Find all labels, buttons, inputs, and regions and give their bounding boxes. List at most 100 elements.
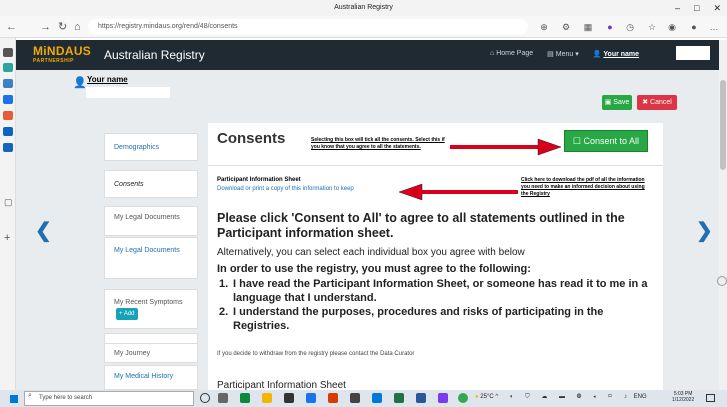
teams-icon[interactable]	[438, 393, 448, 403]
read-aloud-icon[interactable]: ⊕	[538, 21, 550, 33]
excel-icon[interactable]	[394, 393, 404, 403]
app-icon-dark[interactable]	[350, 393, 360, 403]
requirement-number: 2.	[219, 306, 229, 318]
consent-annotation: Selecting this box will tick all the con…	[311, 137, 445, 150]
withdraw-note: If you decide to withdraw from the regis…	[217, 351, 415, 357]
sidebar-games-icon[interactable]	[3, 111, 13, 120]
requirement-item: 1. I have read the Participant Informatio…	[219, 277, 659, 305]
save-label: Save	[613, 99, 630, 106]
requirement-item: 2. I understand the purposes, procedures …	[219, 305, 659, 333]
forward-icon[interactable]: →	[40, 19, 51, 35]
refresh-icon[interactable]: ↻	[58, 19, 67, 35]
task-view-icon[interactable]	[218, 393, 228, 403]
chrome-icon[interactable]	[458, 393, 468, 403]
sidebar-item-label: My Medical History	[114, 373, 174, 380]
sidebar-add-icon[interactable]: +	[4, 232, 10, 244]
sidebar-item-journey[interactable]: My Journey	[104, 343, 198, 363]
sidebar-item-symptoms[interactable]: My Recent Symptoms + Add	[104, 289, 198, 329]
sidebar-item-label: My Legal Documents	[114, 214, 180, 221]
cancel-button[interactable]: ✖ Cancel	[637, 95, 677, 110]
temperature[interactable]: 25°C	[480, 394, 493, 400]
sidebar-outlook-icon[interactable]	[3, 127, 13, 136]
section-sidebar: Demographics Consents My Legal Documents…	[104, 123, 198, 390]
requirement-text: I have read the Participant Information …	[233, 278, 648, 304]
favorites-icon[interactable]: ☆	[646, 21, 658, 33]
skype-icon[interactable]	[306, 393, 316, 403]
extension-icon[interactable]: ⚙	[560, 21, 572, 33]
profile-icon[interactable]: ◉	[666, 21, 678, 33]
url-bar[interactable]: https://registry.mindaus.org/rend/48/con…	[88, 19, 528, 35]
save-icon: ▣	[604, 99, 612, 106]
language-indicator[interactable]: ENG	[634, 394, 647, 400]
caret-icon: ▾	[575, 51, 579, 58]
divider	[208, 165, 663, 166]
sidebar-office-icon[interactable]	[3, 95, 13, 104]
taskbar-edge-icon[interactable]	[240, 393, 250, 403]
weather-icon[interactable]: ●	[475, 394, 479, 400]
requirements-heading: In order to use the registry, you must a…	[217, 263, 531, 275]
word-icon[interactable]	[416, 393, 426, 403]
user-nav-icon: 👤	[592, 51, 602, 58]
more-icon[interactable]: …	[708, 21, 720, 33]
cortana-icon[interactable]	[200, 393, 210, 403]
sidebar-tabs-icon[interactable]	[3, 48, 13, 57]
tray-icons[interactable]: ^ ◐ ⛉ ☁ ▬ ◍ ◂ ▭ ♪	[495, 394, 632, 400]
account-icon[interactable]: ●	[688, 21, 700, 33]
requirements-list: 1. I have read the Participant Informatio…	[219, 277, 659, 333]
consent-to-all-button[interactable]: ☐ Consent to All	[564, 130, 648, 152]
taskbar-search-input[interactable]: Type here to search	[24, 391, 194, 406]
save-button[interactable]: ▣ Save	[602, 95, 632, 110]
annotation-arrow-right-icon	[450, 138, 562, 156]
grid-icon[interactable]: ▦	[582, 21, 594, 33]
chevron-left-icon[interactable]: ❮	[35, 218, 52, 243]
nav-user[interactable]: 👤 Your name	[593, 50, 639, 58]
back-icon[interactable]: ←	[6, 19, 17, 35]
sidebar-item-medical-history[interactable]: My Medical History	[104, 365, 198, 390]
requirement-text: I understand the purposes, procedures an…	[233, 306, 604, 332]
collections-icon[interactable]: ◷	[624, 21, 636, 33]
sidebar-item-legal-1[interactable]: My Legal Documents	[104, 206, 198, 236]
nav-home-label: Home Page	[496, 50, 534, 57]
alternative-text: Alternatively, you can select each indiv…	[217, 247, 525, 258]
scrollbar-thumb[interactable]	[720, 80, 726, 170]
system-tray: ● 25°C ^ ◐ ⛉ ☁ ▬ ◍ ◂ ▭ ♪ ENG	[475, 393, 647, 401]
search-placeholder: Type here to search	[39, 395, 93, 401]
sidebar-item-label: My Recent Symptoms	[114, 299, 183, 306]
outlook-taskbar-icon[interactable]	[372, 393, 382, 403]
nav-home[interactable]: ⌂ Home Page	[490, 50, 533, 58]
add-symptom-button[interactable]: + Add	[116, 308, 138, 320]
sidebar-tools-icon[interactable]	[3, 79, 13, 88]
close-window-button[interactable]: ✕	[713, 0, 721, 16]
sidebar-mail-icon[interactable]	[3, 143, 13, 152]
minimize-button[interactable]: –	[675, 0, 680, 16]
side-widget-icon[interactable]	[717, 276, 727, 286]
sidebar-item-label: Consents	[114, 181, 144, 188]
sidebar-item-legal-2[interactable]: My Legal Documents	[104, 237, 198, 279]
file-explorer-icon[interactable]	[262, 393, 272, 403]
home-icon[interactable]: ⌂	[74, 19, 81, 35]
taskbar-clock[interactable]: 5:03 PM 1/12/2022	[672, 391, 694, 403]
sidebar-item-consents[interactable]: Consents	[104, 170, 198, 198]
pis-download-link[interactable]: Download or print a copy of this informa…	[217, 186, 354, 192]
sidebar-item-demographics[interactable]: Demographics	[104, 133, 198, 161]
annotation-arrow-left-icon	[398, 183, 518, 201]
user-name[interactable]: Your name	[87, 75, 128, 84]
chevron-right-icon[interactable]: ❯	[696, 218, 713, 243]
logo-subtitle: PARTNERSHIP	[33, 58, 74, 64]
maximize-button[interactable]: □	[694, 0, 699, 16]
nav-menu[interactable]: ▤ Menu ▾	[547, 50, 579, 58]
notifications-icon[interactable]	[706, 394, 715, 402]
sidebar-item-label: My Legal Documents	[114, 247, 180, 254]
sidebar-app-icon[interactable]	[3, 63, 13, 72]
mindaus-logo[interactable]: MiNDAUS	[33, 44, 91, 58]
sidebar-page-icon[interactable]: ▢	[4, 197, 13, 208]
extension-purple-icon[interactable]: ●	[604, 21, 616, 33]
redacted-block	[676, 46, 710, 60]
menu-icon: ▤	[547, 51, 554, 58]
office-icon[interactable]	[328, 393, 338, 403]
consent-headline: Please click 'Consent to All' to agree t…	[217, 211, 625, 240]
windows-start-icon[interactable]	[10, 395, 18, 403]
store-icon[interactable]	[284, 393, 294, 403]
nav-menu-label: Menu	[555, 51, 574, 58]
download-annotation: Click here to download the pdf of all th…	[521, 177, 645, 197]
